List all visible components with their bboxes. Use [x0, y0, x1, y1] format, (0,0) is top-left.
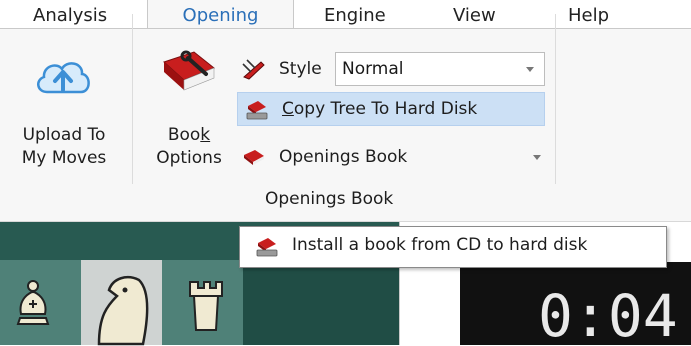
book-options-mnemonic: k — [200, 125, 211, 145]
chevron-down-icon — [526, 67, 534, 72]
copy-tree-rest: opy Tree To Hard Disk — [293, 99, 478, 119]
copy-tree-mnemonic: C — [282, 99, 294, 119]
book-options-label: Book Options — [140, 124, 238, 170]
tooltip-text: Install a book from CD to hard disk — [292, 235, 588, 255]
upload-label-line1: Upload To — [22, 125, 106, 145]
tab-view-label: View — [453, 5, 496, 26]
book-options-button[interactable]: Book Options — [140, 40, 238, 180]
pen-style-icon — [242, 59, 265, 80]
style-dropdown-value: Normal — [342, 59, 404, 79]
board-square[interactable] — [162, 260, 243, 345]
tab-view[interactable]: View — [453, 0, 496, 28]
copy-tree-to-hard-disk-button[interactable]: Copy Tree To Hard Disk — [237, 92, 545, 126]
board-square[interactable] — [81, 260, 162, 346]
tooltip: Install a book from CD to hard disk — [239, 226, 667, 268]
openings-book-button[interactable]: Openings Book — [235, 141, 547, 173]
style-dropdown[interactable]: Normal — [335, 52, 545, 86]
book-options-line1: Book — [140, 124, 238, 147]
ribbon-tabs: Analysis Opening Engine View Help — [0, 0, 691, 28]
chevron-down-icon — [533, 155, 541, 160]
red-book-icon — [244, 150, 264, 165]
tab-help[interactable]: Help — [568, 0, 609, 28]
tab-opening-label: Opening — [182, 5, 259, 26]
book-disk-icon — [256, 238, 278, 257]
cloud-upload-icon — [37, 62, 90, 94]
upload-to-my-moves-button[interactable]: Upload To My Moves — [0, 40, 128, 180]
red-book-wrench-icon — [163, 50, 215, 91]
tab-engine[interactable]: Engine — [324, 0, 386, 28]
clock-time: 0:04:5 — [538, 282, 691, 345]
style-label: Style — [279, 59, 322, 79]
upload-label-line2: My Moves — [21, 148, 107, 168]
white-bishop-icon — [16, 280, 50, 325]
book-options-line2: Options — [156, 148, 222, 168]
tab-engine-label: Engine — [324, 5, 386, 26]
upload-to-my-moves-label: Upload To My Moves — [8, 124, 120, 170]
ribbon-separator — [555, 14, 556, 184]
openings-book-label: Openings Book — [279, 147, 408, 167]
book-disk-icon — [246, 101, 268, 120]
style-row: Style — [235, 53, 335, 85]
tab-analysis-label: Analysis — [33, 5, 108, 26]
white-knight-icon — [97, 276, 149, 346]
tab-opening[interactable]: Opening — [147, 0, 294, 28]
tab-help-label: Help — [568, 5, 610, 26]
ribbon-separator — [132, 14, 133, 184]
white-rook-icon — [189, 281, 223, 331]
book-options-line1-pre: Boo — [167, 125, 201, 145]
copy-tree-label: Copy Tree To Hard Disk — [282, 93, 477, 125]
game-clock: 0:04:5 — [460, 262, 691, 345]
ribbon-group-label: Openings Book — [265, 189, 394, 209]
board-square[interactable] — [0, 260, 81, 345]
tab-analysis[interactable]: Analysis — [33, 0, 107, 28]
